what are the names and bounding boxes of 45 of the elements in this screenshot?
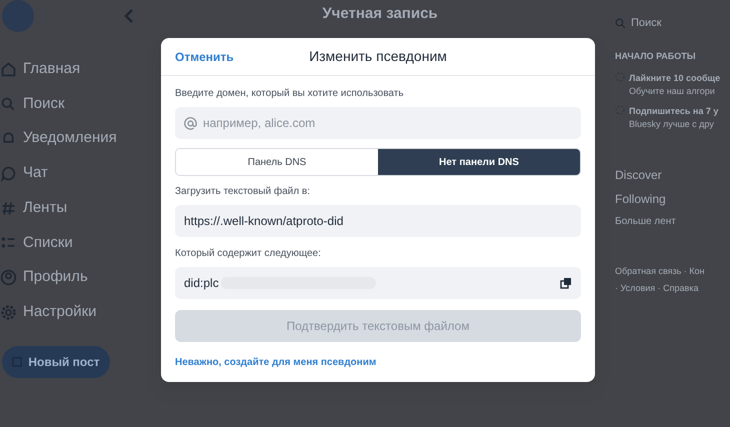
task-title[interactable]: Подпишитесь на 7 у [629, 104, 718, 118]
nav-link[interactable]: Ленты [23, 196, 68, 220]
segment-tab[interactable]: Нет панели DNS [378, 149, 580, 175]
dialog-title: Изменить псевдоним [309, 47, 447, 66]
page-title: Учетная запись [322, 4, 438, 24]
hash-icon[interactable] [0, 200, 17, 217]
avatar-circle[interactable] [2, 0, 34, 32]
gear-icon[interactable] [0, 304, 17, 321]
footer-links[interactable]: Обратная связь · Кон [615, 264, 730, 278]
nav-link[interactable]: Чат [23, 162, 48, 185]
task-subtitle: Bluesky лучше с дру [629, 118, 715, 131]
search-icon[interactable] [0, 96, 17, 113]
domain-input-field[interactable]: например, alice.com [203, 114, 572, 132]
copy-icon[interactable] [560, 277, 572, 289]
cancel-link[interactable]: Отменить [175, 48, 234, 66]
nav-link[interactable]: Настройки [23, 300, 97, 324]
user-circle-icon[interactable] [0, 268, 17, 286]
create-handle-link[interactable]: Неважно, создайте для меня псевдоним [175, 355, 376, 370]
did-value-field[interactable]: did:plc [175, 267, 581, 299]
nav-link[interactable]: Уведомления [23, 127, 117, 150]
footer-links[interactable]: · Условия · Справка [615, 282, 730, 296]
nav-link[interactable]: Поиск [23, 92, 65, 116]
search-icon [615, 18, 626, 28]
back-chevron-icon[interactable] [123, 8, 135, 24]
field-label: Загрузить текстовый файл в: [175, 185, 311, 199]
domain-field[interactable]: например, alice.com [175, 107, 581, 139]
progress-ring-icon [615, 104, 625, 114]
task-title[interactable]: Лайкните 10 сообще [629, 72, 720, 85]
nav-link[interactable]: Списки [23, 232, 73, 254]
search-field[interactable]: Поиск [631, 14, 662, 32]
home-icon[interactable] [0, 60, 17, 78]
field-label: Введите домен, который вы хотите использовать [175, 87, 405, 101]
chat-bubble-icon[interactable] [0, 164, 17, 182]
progress-ring-icon [615, 72, 625, 82]
at-sign-icon [184, 116, 197, 130]
task-subtitle: Обучите наш алгори [629, 85, 716, 98]
more-feeds-link[interactable]: Больше лент [615, 214, 730, 228]
url-field[interactable]: https://.well-known/atproto-did [175, 205, 581, 237]
field-label: Который содержит следующее: [175, 247, 322, 261]
section-heading: НАЧАЛО РАБОТЫ [615, 50, 697, 63]
nav-link[interactable]: Главная [23, 58, 80, 81]
feed-link[interactable]: Discover [615, 166, 730, 184]
new-post-button[interactable]: Новый пост [2, 346, 110, 378]
feed-link[interactable]: Following [615, 190, 730, 208]
nav-link[interactable]: Профиль [23, 266, 88, 289]
